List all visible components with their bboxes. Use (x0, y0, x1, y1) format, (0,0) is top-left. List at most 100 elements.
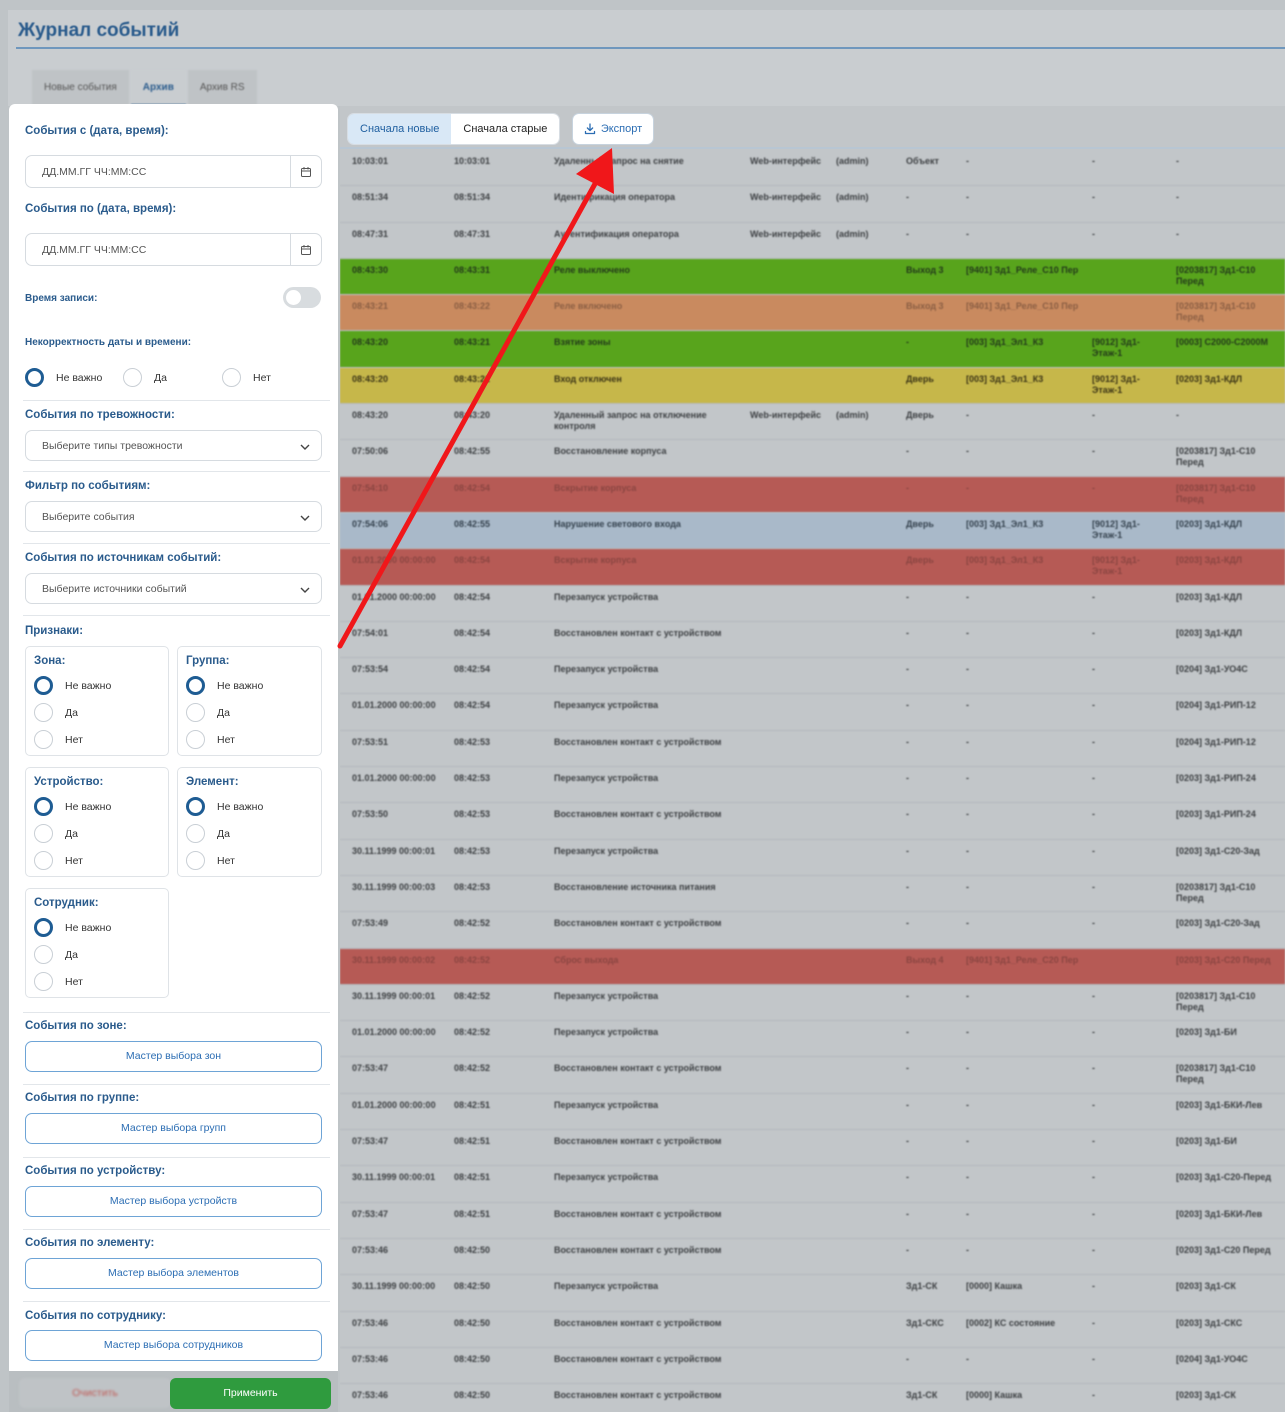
table-row[interactable]: 01.01.2000 00:00:00 08:42:52 Перезапуск ус… (340, 1021, 1285, 1058)
table-row[interactable]: 07:53:47 08:42:51 Восстановлен контакт с у… (340, 1130, 1285, 1167)
table-row[interactable]: 30.11.1999 00:00:03 08:42:53 Восстановлени… (340, 876, 1285, 913)
record-time-toggle[interactable] (283, 287, 321, 308)
tab-archive-rs[interactable]: Архив RS (187, 70, 257, 106)
table-row[interactable]: 07:54:10 08:42:54 Вскрытие корпуса - - - [0203… (340, 476, 1285, 513)
table-row[interactable]: 08:43:30 08:43:31 Реле выключено Выход 3 [94… (340, 258, 1285, 296)
table-row[interactable]: 01.01.2000 00:00:00 08:42:54 Перезапуск ус… (340, 694, 1285, 731)
table-row[interactable]: 07:53:51 08:42:53 Восстановлен контакт с у… (340, 731, 1285, 768)
table-row[interactable]: 07:53:49 08:42:52 Восстановлен контакт с у… (340, 912, 1285, 949)
events-content: Сначала новые Сначала старые Экспорт 10:… (340, 106, 1285, 1412)
employee-wizard-button[interactable]: Мастер выбора сотрудников (25, 1330, 322, 1361)
alarm-select[interactable]: Выберите типы тревожности (25, 430, 322, 461)
zone-yes[interactable]: Да (34, 703, 78, 722)
table-row[interactable]: 30.11.1999 00:00:00 08:42:50 Перезапуск ус… (340, 1275, 1285, 1312)
device-yes[interactable]: Да (34, 824, 78, 843)
table-cell: 07:53:46 (352, 1244, 389, 1255)
table-cell: - (966, 1063, 969, 1074)
device-wizard-button[interactable]: Мастер выбора устройств (25, 1186, 322, 1217)
element-no[interactable]: Нет (186, 851, 235, 870)
group-any[interactable]: Не важно (186, 676, 263, 695)
table-row[interactable]: 07:53:47 08:42:52 Восстановлен контакт с у… (340, 1057, 1285, 1094)
employee-any[interactable]: Не важно (34, 918, 111, 937)
table-row[interactable]: 08:43:21 08:43:22 Реле включено Выход 3 [940… (340, 295, 1285, 332)
table-cell: - (966, 773, 969, 784)
zone-label: Зона: (34, 655, 66, 667)
table-row[interactable]: 30.11.1999 00:00:01 08:42:51 Перезапуск ус… (340, 1166, 1285, 1203)
table-cell: Вход отключен (554, 373, 622, 384)
table-row[interactable]: 07:50:06 08:42:55 Восстановление корпуса - -… (340, 440, 1285, 477)
device-any[interactable]: Не важно (34, 797, 111, 816)
datetime-incorrect-yes[interactable]: Да (123, 368, 167, 387)
table-row[interactable]: 08:51:34 08:51:34 Идентификация оператора W… (340, 186, 1285, 223)
employee-yes[interactable]: Да (34, 945, 78, 964)
employee-no[interactable]: Нет (34, 972, 83, 991)
datetime-incorrect-no[interactable]: Нет (222, 368, 271, 387)
table-cell: - (906, 446, 909, 457)
table-row[interactable]: 08:47:31 08:47:31 Аутентификация оператора… (340, 223, 1285, 259)
group-no[interactable]: Нет (186, 730, 235, 749)
calendar-icon[interactable] (290, 156, 321, 187)
element-wizard-button[interactable]: Мастер выбора элементов (25, 1258, 322, 1289)
table-cell: 07:53:46 (352, 1390, 389, 1401)
table-row[interactable]: 01.01.2000 00:00:00 08:42:54 Вскрытие корп… (340, 549, 1285, 586)
calendar-icon[interactable] (290, 234, 321, 265)
group-wizard-button[interactable]: Мастер выбора групп (25, 1113, 322, 1144)
device-no[interactable]: Нет (34, 851, 83, 870)
table-cell: Реле выключено (554, 264, 630, 275)
sources-select[interactable]: Выберите источники событий (25, 573, 322, 604)
zone-no[interactable]: Нет (34, 730, 83, 749)
table-row[interactable]: 08:43:20 08:43:20 Удаленный запрос на откл… (340, 404, 1285, 441)
table-row[interactable]: 30.11.1999 00:00:02 08:42:52 Сброс выхода В… (340, 948, 1285, 985)
date-to-input[interactable]: ДД.ММ.ГГ ЧЧ:ММ:СС (25, 233, 322, 266)
table-row[interactable]: 07:53:54 08:42:54 Перезапуск устройства - - -… (340, 658, 1285, 695)
element-any[interactable]: Не важно (186, 797, 263, 816)
sort-oldest-button[interactable]: Сначала старые (451, 114, 560, 144)
zone-any[interactable]: Не важно (34, 676, 111, 695)
apply-button[interactable]: Применить (170, 1378, 331, 1409)
table-cell: - (906, 1353, 909, 1364)
radio-unchecked (34, 945, 53, 964)
table-cell: Перезапуск устройства (554, 990, 659, 1001)
table-row[interactable]: 07:53:50 08:42:53 Восстановлен контакт с у… (340, 803, 1285, 840)
group-yes[interactable]: Да (186, 703, 230, 722)
table-row[interactable]: 07:54:01 08:42:54 Восстановлен контакт с у… (340, 622, 1285, 659)
table-cell: - (1092, 1136, 1095, 1147)
table-cell: Восстановлен контакт с устройством (554, 1063, 722, 1074)
date-from-input[interactable]: ДД.ММ.ГГ ЧЧ:ММ:СС (25, 155, 322, 188)
table-row[interactable]: 07:53:47 08:42:51 Восстановлен контакт с у… (340, 1203, 1285, 1239)
table-row[interactable]: 01.01.2000 00:00:00 08:42:51 Перезапуск ус… (340, 1094, 1285, 1131)
table-row[interactable]: 10:03:01 10:03:01 Удаленный запрос на снят… (340, 150, 1285, 187)
table-row[interactable]: 07:53:46 08:42:50 Восстановлен контакт с у… (340, 1239, 1285, 1276)
table-cell: Перезапуск устройства (554, 1099, 659, 1110)
table-row[interactable]: 08:43:20 08:43:21 Вход отключен Дверь [003] … (340, 367, 1285, 405)
reset-button[interactable]: Очистить (19, 1378, 171, 1408)
table-cell: (admin) (836, 192, 869, 203)
zone-wizard-button[interactable]: Мастер выбора зон (25, 1041, 322, 1072)
table-row[interactable]: 07:53:46 08:42:50 Восстановлен контакт с у… (340, 1384, 1285, 1412)
tab-archive[interactable]: Архив (130, 70, 186, 106)
export-button[interactable]: Экспорт (573, 114, 653, 144)
table-row[interactable]: 07:53:46 08:42:50 Восстановлен контакт с у… (340, 1312, 1285, 1348)
table-row[interactable]: 07:54:06 08:42:55 Нарушение светового вход… (340, 512, 1285, 550)
datetime-incorrect-any[interactable]: Не важно (25, 368, 102, 387)
table-row[interactable]: 01.01.2000 00:00:00 08:42:54 Перезапуск ус… (340, 586, 1285, 622)
table-cell: 08:42:50 (454, 1353, 491, 1364)
table-cell: - (966, 1027, 969, 1038)
table-cell: - (966, 845, 969, 856)
table-cell: 08:43:20 (352, 337, 389, 348)
table-row[interactable]: 01.01.2000 00:00:00 08:42:53 Перезапуск ус… (340, 767, 1285, 804)
table-cell: 07:53:47 (352, 1208, 389, 1219)
table-row[interactable]: 08:43:20 08:43:21 Взятие зоны - [003] Зд1_Эл… (340, 331, 1285, 368)
table-row[interactable]: 07:53:46 08:42:50 Восстановлен контакт с у… (340, 1348, 1285, 1385)
table-cell: Восстановлен контакт с устройством (554, 736, 722, 747)
table-row[interactable]: 30.11.1999 00:00:01 08:42:53 Перезапуск ус… (340, 840, 1285, 876)
table-row[interactable]: 30.11.1999 00:00:01 08:42:52 Перезапуск ус… (340, 985, 1285, 1022)
events-select[interactable]: Выберите события (25, 501, 322, 532)
sort-newest-button[interactable]: Сначала новые (348, 114, 452, 144)
tab-new-events[interactable]: Новые события (32, 70, 129, 106)
element-yes[interactable]: Да (186, 824, 230, 843)
radio-label: Не важно (65, 679, 112, 692)
radio-checked (186, 797, 205, 816)
table-cell: 07:54:01 (352, 627, 389, 638)
device-label: Устройство: (34, 776, 104, 788)
